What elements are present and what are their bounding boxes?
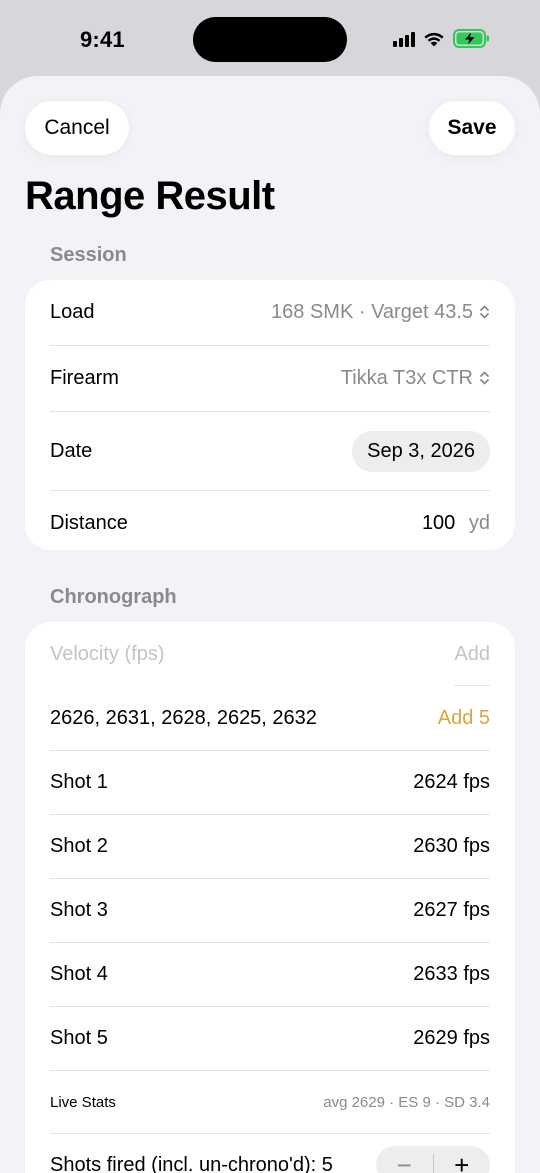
shots-fired-stepper[interactable]: − +	[376, 1146, 490, 1173]
load-value: 168 SMK · Varget 43.5	[271, 300, 473, 323]
save-button[interactable]: Save	[429, 101, 515, 155]
status-time: 9:41	[80, 27, 125, 52]
session-section-header: Session	[50, 244, 127, 266]
chevron-up-down-icon	[480, 305, 489, 319]
cellular-signal-icon	[393, 31, 415, 47]
chevron-up-down-icon	[480, 371, 489, 385]
cancel-button[interactable]: Cancel	[25, 101, 129, 155]
distance-row: Distance 100 yd	[50, 491, 490, 555]
shot-label: Shot 4	[50, 963, 108, 985]
distance-label: Distance	[50, 511, 128, 534]
session-card: Load 168 SMK · Varget 43.5 Firearm Tikka…	[25, 280, 515, 550]
battery-charging-icon	[453, 29, 489, 48]
date-label: Date	[50, 439, 93, 462]
shot-velocity: 2630 fps	[413, 835, 490, 857]
distance-field[interactable]: 100 yd	[422, 512, 490, 535]
wifi-icon	[424, 32, 444, 47]
range-result-sheet: Cancel Save Range Result Session Load 16…	[0, 76, 540, 1173]
firearm-picker[interactable]: Tikka T3x CTR	[341, 367, 490, 390]
shots-fired-label: Shots fired (incl. un-chrono'd): 5	[50, 1153, 333, 1173]
page-title: Range Result	[25, 174, 275, 218]
shot-label: Shot 2	[50, 835, 108, 857]
load-picker[interactable]: 168 SMK · Varget 43.5	[271, 301, 490, 324]
date-picker[interactable]: Sep 3, 2026	[352, 430, 490, 472]
distance-unit: yd	[468, 511, 490, 534]
shot-label: Shot 5	[50, 1027, 108, 1049]
shot-velocity: 2629 fps	[413, 1027, 490, 1049]
add-velocity-button[interactable]: Add	[454, 643, 490, 666]
stepper-minus-button[interactable]: −	[376, 1150, 433, 1173]
shot-row[interactable]: Shot 1 2624 fps	[50, 751, 490, 814]
stepper-plus-button[interactable]: +	[434, 1150, 491, 1173]
load-label: Load	[50, 300, 95, 323]
shot-row[interactable]: Shot 5 2629 fps	[50, 1007, 490, 1070]
quick-values-row: 2626, 2631, 2628, 2625, 2632 Add 5	[50, 686, 490, 750]
shots-fired-row: Shots fired (incl. un-chrono'd): 5 − +	[50, 1134, 490, 1173]
live-stats-value: avg 2629 · ES 9 · SD 3.4	[323, 1093, 490, 1111]
shot-velocity: 2633 fps	[413, 963, 490, 985]
chronograph-section-header: Chronograph	[50, 586, 177, 608]
live-stats-label: Live Stats	[50, 1093, 116, 1111]
velocity-input-row: Velocity (fps) Add	[50, 622, 490, 686]
velocity-input[interactable]: Velocity (fps)	[50, 643, 164, 666]
shot-row[interactable]: Shot 3 2627 fps	[50, 879, 490, 942]
dynamic-island	[193, 17, 347, 62]
shot-label: Shot 1	[50, 771, 108, 793]
firearm-value: Tikka T3x CTR	[340, 366, 473, 389]
load-row[interactable]: Load 168 SMK · Varget 43.5	[50, 280, 490, 344]
chronograph-card: Velocity (fps) Add 2626, 2631, 2628, 262…	[25, 622, 515, 1173]
quick-values-input[interactable]: 2626, 2631, 2628, 2625, 2632	[50, 707, 317, 730]
distance-value[interactable]: 100	[422, 512, 455, 534]
shot-velocity: 2627 fps	[413, 899, 490, 921]
shot-label: Shot 3	[50, 899, 108, 921]
status-bar: 9:41	[0, 0, 540, 76]
firearm-label: Firearm	[50, 366, 119, 389]
date-row: Date Sep 3, 2026	[50, 412, 490, 490]
shot-row[interactable]: Shot 4 2633 fps	[50, 943, 490, 1006]
add-5-button[interactable]: Add 5	[438, 707, 490, 730]
live-stats-row: Live Stats avg 2629 · ES 9 · SD 3.4	[50, 1071, 490, 1133]
shot-row[interactable]: Shot 2 2630 fps	[50, 815, 490, 878]
shot-velocity: 2624 fps	[413, 771, 490, 793]
status-icons	[393, 29, 490, 48]
firearm-row[interactable]: Firearm Tikka T3x CTR	[50, 346, 490, 410]
